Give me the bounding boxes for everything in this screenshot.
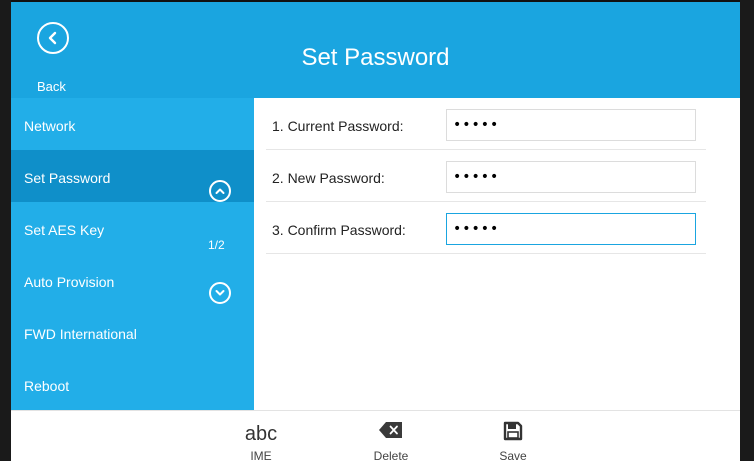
floppy-disk-icon: [473, 421, 553, 446]
form-row-confirm-password: 3. Confirm Password: •••••: [254, 202, 740, 254]
sidebar-menu: Network Set Password Set AES Key Auto Pr…: [11, 98, 254, 410]
ime-softkey[interactable]: abc IME: [221, 411, 301, 461]
confirm-password-label: 3. Confirm Password:: [272, 222, 406, 238]
chevron-down-icon: [215, 290, 225, 296]
row-divider: [266, 253, 706, 254]
save-label: Save: [499, 449, 527, 461]
chevron-up-icon: [215, 188, 225, 194]
sidebar-item-fwd-international[interactable]: FWD International: [11, 306, 254, 358]
delete-label: Delete: [373, 449, 409, 461]
password-form: 1. Current Password: ••••• 2. New Passwo…: [254, 98, 740, 410]
current-password-label: 1. Current Password:: [272, 118, 404, 134]
sidebar-item-network[interactable]: Network: [11, 98, 254, 150]
ime-label: IME: [250, 449, 272, 461]
bezel-left: [0, 0, 11, 461]
delete-softkey[interactable]: Delete: [351, 411, 431, 461]
scroll-down-button[interactable]: [209, 282, 231, 304]
sidebar-item-label: Auto Provision: [24, 274, 115, 290]
sidebar-item-label: Set AES Key: [24, 222, 105, 238]
sidebar-item-label: Reboot: [24, 378, 70, 394]
current-password-field[interactable]: •••••: [446, 109, 696, 141]
form-row-current-password: 1. Current Password: •••••: [254, 98, 740, 150]
new-password-field[interactable]: •••••: [446, 161, 696, 193]
save-softkey[interactable]: Save: [473, 411, 553, 461]
sidebar-item-reboot[interactable]: Reboot: [11, 358, 254, 410]
header-bar: Back Set Password: [11, 2, 740, 98]
sidebar-item-label: Set Password: [24, 170, 111, 186]
sidebar-item-label: Network: [24, 118, 76, 134]
phone-screen: Back Set Password Network Set Password S…: [0, 0, 754, 461]
backspace-icon: [351, 421, 431, 444]
sidebar-item-label: FWD International: [24, 326, 137, 342]
ime-value: abc: [244, 423, 278, 445]
page-title: Set Password: [301, 44, 450, 71]
form-row-new-password: 2. New Password: •••••: [254, 150, 740, 202]
back-label: Back: [37, 79, 66, 94]
softkey-bar: abc IME Delete Save: [11, 410, 740, 461]
scroll-up-button[interactable]: [209, 180, 231, 202]
bezel-right: [740, 0, 754, 461]
page-indicator: 1/2: [208, 238, 225, 252]
new-password-label: 2. New Password:: [272, 170, 385, 186]
confirm-password-field[interactable]: •••••: [446, 213, 696, 245]
